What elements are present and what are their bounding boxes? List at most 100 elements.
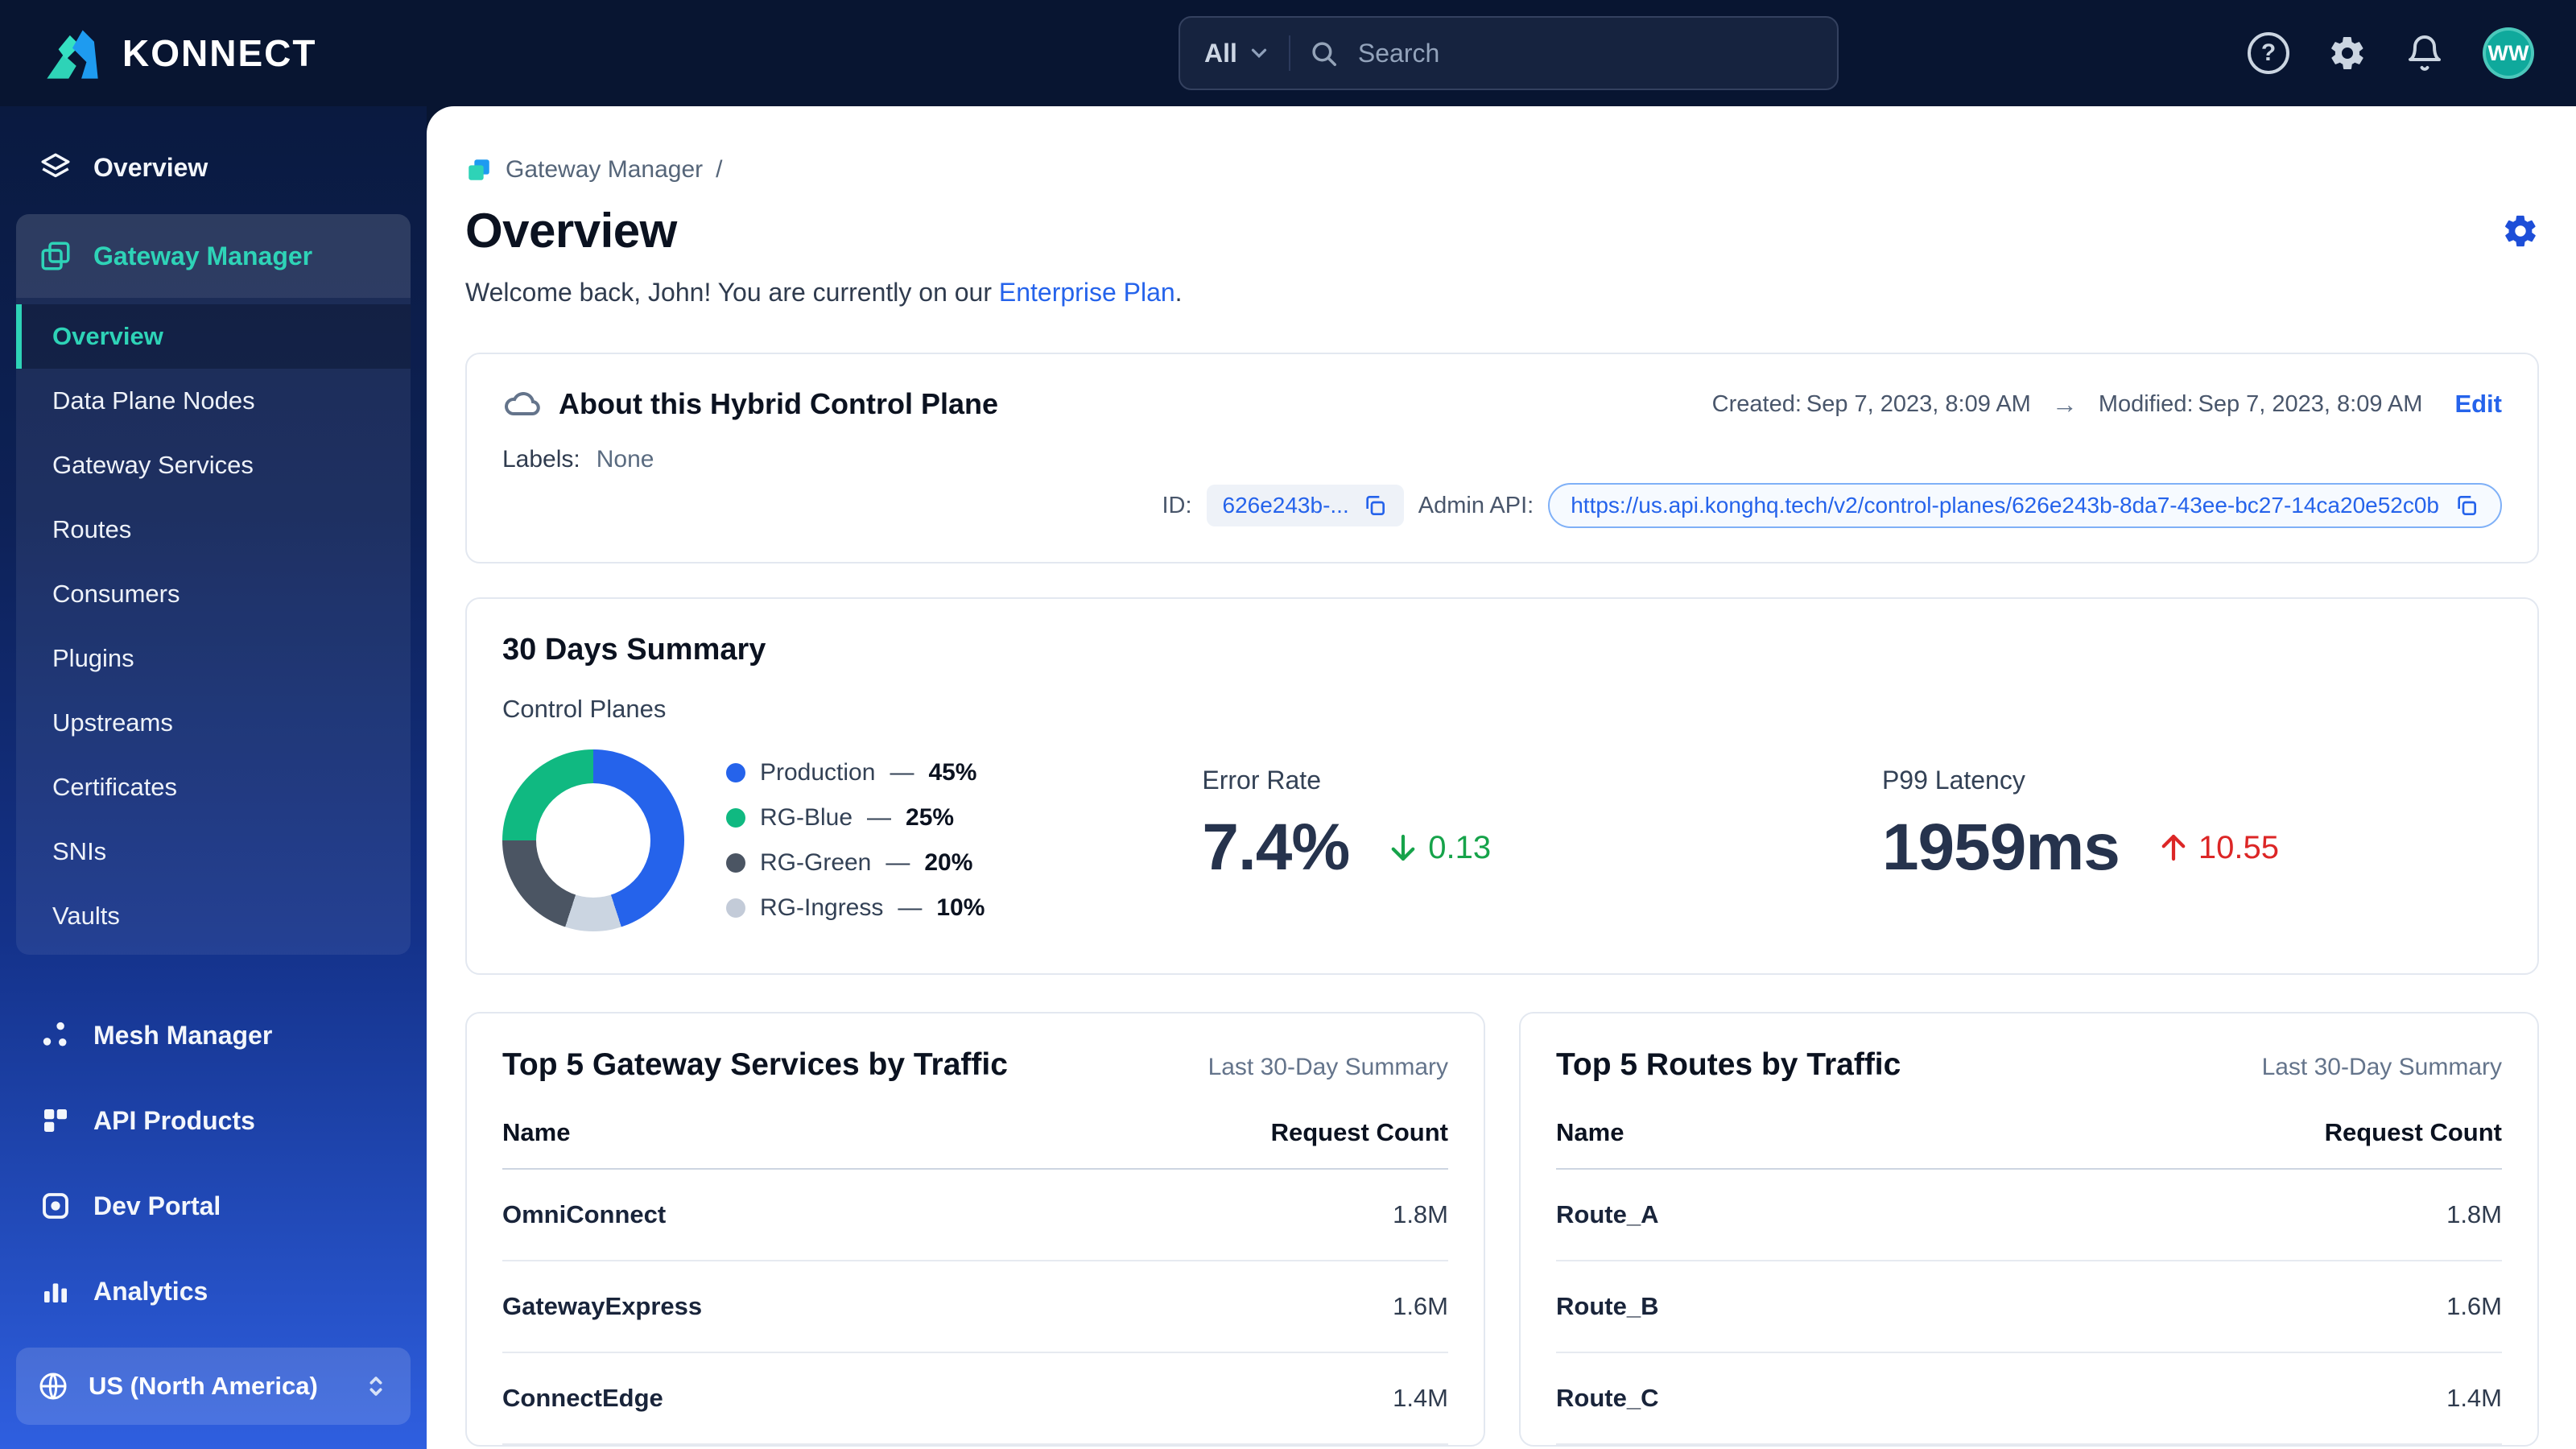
brand-name: KONNECT (122, 32, 317, 74)
gear-icon[interactable] (2328, 34, 2367, 72)
submenu-item-snis[interactable]: SNIs (16, 819, 411, 884)
p99-latency-delta: 10.55 (2157, 830, 2279, 866)
table-row[interactable]: Route_B 1.6M (1556, 1261, 2502, 1353)
global-search[interactable]: All (1179, 16, 1839, 90)
error-rate-metric: Error Rate 7.4% 0.13 (1202, 749, 1882, 886)
created-label: Created: (1711, 390, 1802, 417)
error-rate-delta: 0.13 (1386, 830, 1491, 866)
table-row[interactable]: ConnectEdge 1.4M (502, 1353, 1448, 1445)
submenu-label: Certificates (52, 773, 178, 801)
id-label: ID: (1162, 492, 1192, 518)
arrow-right-icon: → (2051, 389, 2078, 419)
legend-dot (726, 763, 745, 782)
control-plane-settings-icon[interactable] (2502, 213, 2539, 250)
summary-card: 30 Days Summary Control Planes Productio… (465, 597, 2539, 975)
arrow-up-icon (2157, 831, 2190, 865)
error-rate-value: 7.4% (1202, 811, 1350, 884)
mesh-icon (39, 1018, 72, 1052)
submenu-item-data-plane-nodes[interactable]: Data Plane Nodes (16, 369, 411, 433)
legend-item: Production — 45% (726, 759, 985, 786)
col-name: Name (502, 1118, 571, 1146)
request-count: 1.6M (2446, 1292, 2502, 1320)
copy-icon[interactable] (1362, 493, 1388, 518)
table-row[interactable]: GatewayExpress 1.6M (502, 1261, 1448, 1353)
sidebar-item-label: Gateway Manager (93, 241, 313, 270)
sidebar-item-api-products[interactable]: API Products (16, 1082, 411, 1159)
about-card-title: About this Hybrid Control Plane (559, 387, 998, 420)
main-content: Gateway Manager / Overview Welcome back,… (427, 106, 2576, 1449)
chart-label: Control Planes (502, 695, 667, 723)
sidebar-item-analytics[interactable]: Analytics (16, 1253, 411, 1330)
copy-icon[interactable] (2454, 493, 2479, 518)
legend-pct: 45% (928, 759, 977, 786)
grid-icon (39, 1104, 72, 1137)
submenu-item-consumers[interactable]: Consumers (16, 562, 411, 626)
help-icon[interactable]: ? (2248, 32, 2289, 74)
legend-sep: — (890, 759, 914, 786)
edit-button[interactable]: Edit (2454, 390, 2502, 419)
submenu-item-routes[interactable]: Routes (16, 497, 411, 562)
search-icon (1308, 38, 1339, 68)
submenu-item-gateway-services[interactable]: Gateway Services (16, 433, 411, 497)
brand[interactable]: KONNECT (42, 23, 316, 84)
bar-chart-icon (39, 1274, 72, 1308)
admin-api-url-pill[interactable]: https://us.api.konghq.tech/v2/control-pl… (1548, 483, 2502, 528)
enterprise-plan-link[interactable]: Enterprise Plan (999, 278, 1175, 307)
search-filter-dropdown[interactable]: All (1204, 39, 1271, 68)
breadcrumb-gateway-manager[interactable]: Gateway Manager (506, 156, 703, 184)
region-selector[interactable]: US (North America) (16, 1348, 411, 1425)
table-row[interactable]: OmniConnect 1.8M (502, 1170, 1448, 1261)
top-gateway-services-card: Top 5 Gateway Services by Traffic Last 3… (465, 1012, 1485, 1447)
submenu-label: Plugins (52, 644, 134, 672)
submenu-item-certificates[interactable]: Certificates (16, 755, 411, 819)
control-plane-id-pill[interactable]: 626e243b-... (1206, 485, 1404, 526)
sidebar-item-dev-portal[interactable]: Dev Portal (16, 1167, 411, 1245)
submenu-label: Gateway Services (52, 451, 254, 479)
admin-api-url: https://us.api.konghq.tech/v2/control-pl… (1571, 493, 2439, 518)
region-label: US (North America) (89, 1372, 318, 1400)
avatar[interactable]: WW (2483, 27, 2534, 79)
gateway-manager-section: Gateway Manager Overview Data Plane Node… (16, 214, 411, 955)
submenu-item-overview[interactable]: Overview (16, 304, 411, 369)
table-row[interactable]: Route_A 1.8M (1556, 1170, 2502, 1261)
table-row[interactable]: Route_C 1.4M (1556, 1353, 2502, 1445)
globe-icon (37, 1370, 69, 1402)
route-name: Route_A (1556, 1200, 1659, 1228)
chevron-down-icon (1247, 41, 1271, 65)
col-name: Name (1556, 1118, 1624, 1146)
summary-card-title: 30 Days Summary (502, 633, 766, 667)
service-name: ConnectEdge (502, 1384, 663, 1412)
request-count: 1.8M (2446, 1200, 2502, 1228)
about-meta: Created: Sep 7, 2023, 8:09 AM → Modified:… (1712, 390, 2502, 419)
submenu-item-upstreams[interactable]: Upstreams (16, 691, 411, 755)
request-count: 1.4M (2446, 1384, 2502, 1412)
legend-dot (726, 853, 745, 873)
request-count: 1.4M (1393, 1384, 1448, 1412)
sidebar-item-mesh-manager[interactable]: Mesh Manager (16, 997, 411, 1074)
bell-icon[interactable] (2405, 34, 2444, 72)
legend-sep: — (886, 849, 910, 876)
welcome-prefix: Welcome back, John! You are currently on… (465, 278, 999, 307)
cloud-icon (502, 385, 541, 423)
control-plane-icon (465, 156, 493, 184)
search-filter-label: All (1204, 38, 1237, 68)
legend-sep: — (867, 804, 892, 831)
sidebar-item-overview[interactable]: Overview (16, 129, 411, 206)
submenu-label: Vaults (52, 902, 120, 930)
submenu-item-plugins[interactable]: Plugins (16, 626, 411, 691)
sidebar-item-label: Overview (93, 152, 208, 182)
divider (1288, 35, 1290, 71)
submenu-label: Upstreams (52, 708, 173, 737)
id-value: 626e243b-... (1222, 493, 1349, 518)
legend-pct: 10% (936, 894, 985, 921)
search-input[interactable] (1356, 37, 1813, 69)
top-routes-card: Top 5 Routes by Traffic Last 30-Day Summ… (1519, 1012, 2539, 1447)
submenu-item-vaults[interactable]: Vaults (16, 884, 411, 948)
topbar: KONNECT All ? WW (0, 0, 2576, 106)
metric-label: P99 Latency (1881, 766, 2025, 795)
donut-legend: Production — 45% RG-Blue — 25% RG-Green … (726, 759, 985, 922)
sidebar-item-gateway-manager[interactable]: Gateway Manager (16, 214, 411, 298)
legend-name: RG-Ingress (760, 894, 884, 921)
submenu-label: Routes (52, 515, 132, 543)
route-name: Route_C (1556, 1384, 1659, 1412)
